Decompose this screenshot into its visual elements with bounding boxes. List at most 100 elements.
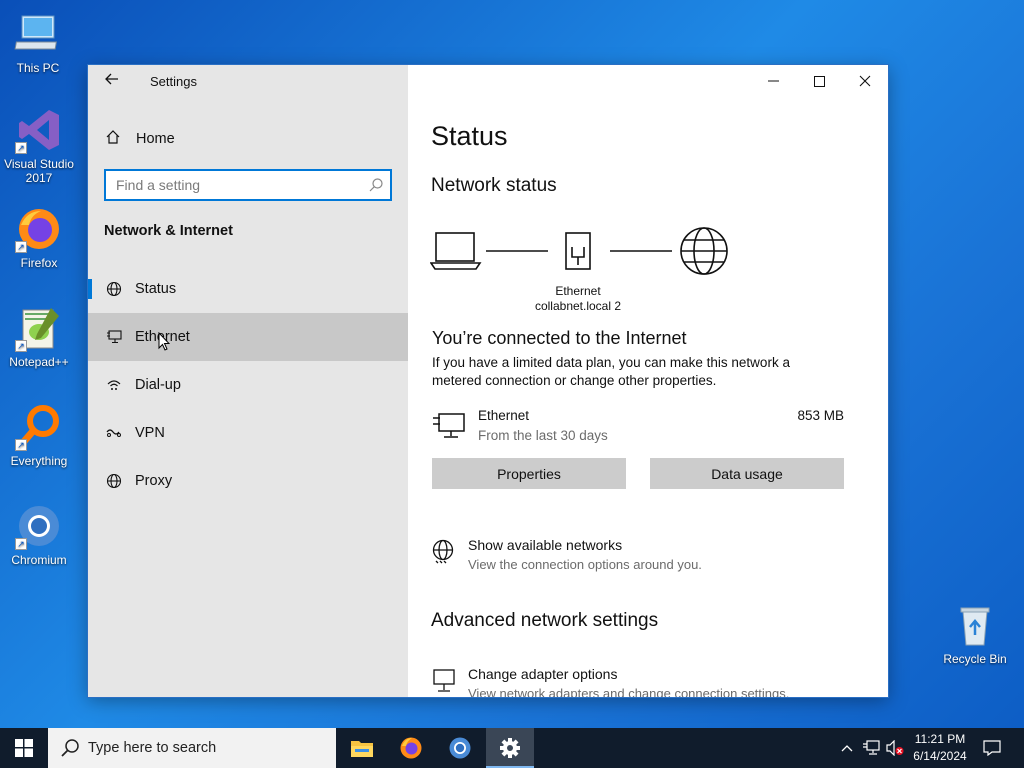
- title-bar[interactable]: Settings: [88, 65, 408, 97]
- recycle-bin-icon: [951, 601, 999, 649]
- show-hidden-icons-button[interactable]: [838, 728, 856, 768]
- firefox-icon: ↗: [15, 205, 63, 253]
- sidebar-item-dial-up[interactable]: Dial-up: [88, 361, 408, 409]
- search-icon: [61, 739, 79, 757]
- laptop-icon: [429, 232, 482, 270]
- settings-window: Settings Home Network & Internet Status: [88, 65, 888, 697]
- desktop-icon-label: This PC: [16, 61, 60, 75]
- advanced-settings-heading: Advanced network settings: [431, 610, 659, 631]
- window-title: Settings: [150, 74, 197, 89]
- show-available-networks-link[interactable]: Show available networks View the connect…: [432, 537, 852, 577]
- notepad-plus-plus-icon: ↗: [15, 304, 63, 352]
- internet-globe-icon: [680, 227, 728, 275]
- taskbar-clock[interactable]: 11:21 PM 6/14/2024: [905, 731, 975, 765]
- taskbar: Type here to search 11:21 PM 6/14/2024: [0, 728, 1024, 768]
- desktop-icon-visual-studio[interactable]: ↗ Visual Studio 2017: [1, 106, 77, 185]
- change-adapter-options-link[interactable]: Change adapter options View network adap…: [432, 666, 852, 697]
- connected-description: If you have a limited data plan, you can…: [432, 355, 790, 388]
- sidebar-item-label: Proxy: [135, 473, 173, 489]
- desktop-icon-label: Notepad++: [9, 355, 69, 369]
- mouse-cursor-icon: [158, 332, 170, 351]
- firefox-icon: [400, 737, 422, 759]
- desktop-icon-this-pc[interactable]: This PC: [0, 10, 76, 75]
- clock-date: 6/14/2024: [913, 749, 967, 763]
- desktop-icon-everything[interactable]: ↗ Everything: [1, 403, 77, 468]
- taskbar-file-explorer[interactable]: [338, 728, 386, 768]
- start-button[interactable]: [0, 728, 48, 768]
- desktop-icon-label: Visual Studio: [4, 157, 74, 171]
- diagram-network-label: collabnet.local 2: [534, 299, 622, 313]
- connection-name: Ethernet: [478, 408, 530, 423]
- home-label: Home: [136, 131, 175, 147]
- desktop-icon-chromium[interactable]: ↗ Chromium: [1, 502, 77, 567]
- file-explorer-icon: [351, 741, 373, 757]
- shortcut-arrow-icon: ↗: [15, 538, 27, 550]
- sidebar-item-label: VPN: [135, 425, 165, 441]
- change-adapter-sub: View network adapters and change connect…: [468, 686, 790, 697]
- taskbar-firefox[interactable]: [387, 728, 435, 768]
- dialup-icon: [104, 375, 124, 395]
- chevron-up-icon: [841, 745, 853, 752]
- properties-button[interactable]: Properties: [432, 458, 626, 489]
- find-setting-input[interactable]: [106, 171, 356, 199]
- show-networks-globe-icon: [432, 539, 456, 564]
- shortcut-arrow-icon: ↗: [15, 142, 27, 154]
- gear-icon: [500, 738, 520, 758]
- ethernet-icon: [104, 327, 124, 347]
- connection-period: From the last 30 days: [478, 428, 608, 443]
- back-button[interactable]: [100, 71, 124, 91]
- back-arrow-icon: [105, 73, 118, 85]
- sidebar-item-vpn[interactable]: VPN: [88, 409, 408, 457]
- desktop-icon-notepad-plus-plus[interactable]: ↗ Notepad++: [1, 304, 77, 369]
- volume-tray-button[interactable]: [884, 728, 906, 768]
- everything-search-icon: ↗: [15, 403, 63, 451]
- adapter-icon: [432, 668, 456, 692]
- chromium-icon: [449, 737, 471, 759]
- desktop-icon-recycle-bin[interactable]: Recycle Bin: [937, 601, 1013, 666]
- shortcut-arrow-icon: ↗: [15, 439, 27, 451]
- ethernet-port-icon: [565, 232, 591, 270]
- connected-heading: You’re connected to the Internet: [432, 328, 687, 348]
- network-diagram-graphic: [429, 227, 728, 275]
- desktop-icon-label: Chromium: [11, 553, 67, 567]
- clock-time: 11:21 PM: [914, 732, 966, 746]
- change-adapter-title: Change adapter options: [468, 666, 618, 682]
- show-networks-title: Show available networks: [468, 537, 623, 553]
- globe-icon: [104, 471, 124, 491]
- network-tray-button[interactable]: [860, 728, 882, 768]
- sidebar-nav: Status Ethernet Dial-up VPN: [88, 265, 408, 505]
- vpn-icon: [104, 423, 124, 443]
- taskbar-search-placeholder: Type here to search: [88, 740, 217, 756]
- sidebar-item-ethernet[interactable]: Ethernet: [88, 313, 408, 361]
- settings-sidebar: Settings Home Network & Internet Status: [88, 65, 408, 697]
- home-icon: [104, 129, 122, 149]
- data-usage-button[interactable]: Data usage: [650, 458, 844, 489]
- taskbar-chromium[interactable]: [436, 728, 484, 768]
- desktop-icon-firefox[interactable]: ↗ Firefox: [1, 205, 77, 270]
- connection-summary: Ethernet From the last 30 days 853 MB: [432, 407, 844, 447]
- data-usage-amount: 853 MB: [797, 408, 844, 423]
- action-center-button[interactable]: [978, 728, 1006, 768]
- network-ethernet-icon: [863, 740, 880, 755]
- sidebar-item-label: Dial-up: [135, 377, 181, 393]
- sidebar-item-status[interactable]: Status: [88, 265, 408, 313]
- status-page-content: Status Network status Ethernet collabnet…: [408, 65, 888, 697]
- ethernet-icon: [432, 411, 466, 441]
- taskbar-search-box[interactable]: Type here to search: [48, 728, 336, 768]
- home-link[interactable]: Home: [104, 127, 175, 151]
- desktop-icon-label: Everything: [10, 454, 68, 468]
- windows-logo-icon: [15, 739, 33, 757]
- sidebar-item-proxy[interactable]: Proxy: [88, 457, 408, 505]
- find-setting-search-box[interactable]: [104, 169, 392, 201]
- speaker-muted-icon: [886, 740, 904, 756]
- network-status-diagram: Ethernet collabnet.local 2: [429, 225, 740, 315]
- section-title: Network & Internet: [104, 223, 233, 239]
- visual-studio-icon: ↗: [15, 106, 63, 154]
- this-pc-icon: [14, 10, 62, 58]
- shortcut-arrow-icon: ↗: [15, 340, 27, 352]
- shortcut-arrow-icon: ↗: [15, 241, 27, 253]
- taskbar-settings[interactable]: [486, 728, 534, 768]
- desktop-icon-label: Recycle Bin: [943, 652, 1007, 666]
- diagram-adapter-label: Ethernet: [555, 284, 601, 298]
- network-status-heading: Network status: [431, 175, 557, 196]
